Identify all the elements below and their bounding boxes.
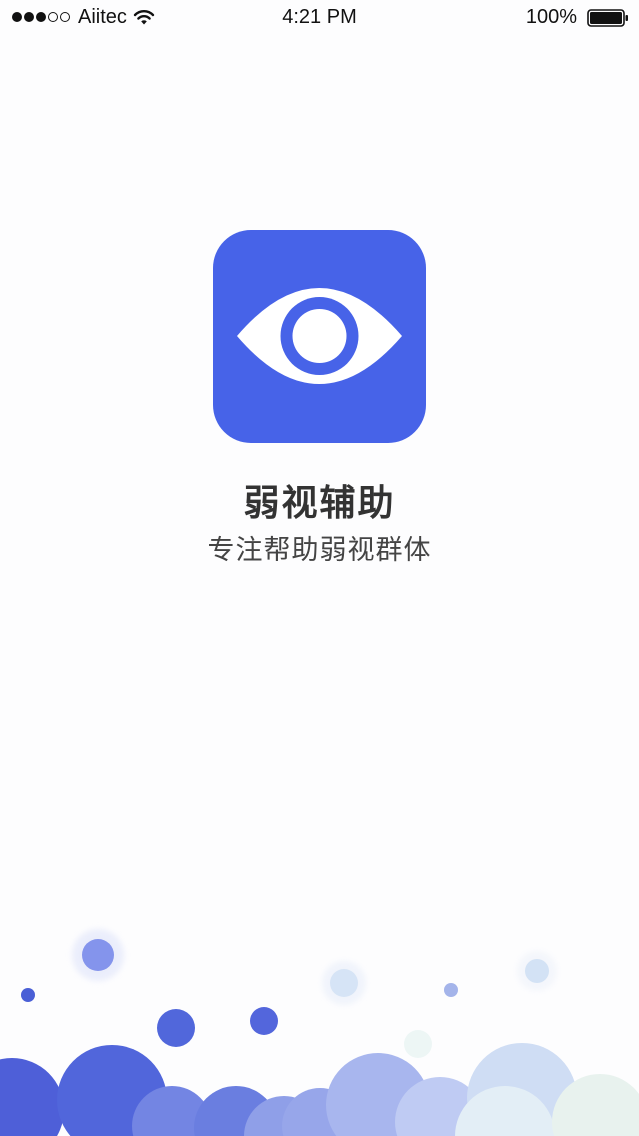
battery-icon bbox=[587, 9, 628, 27]
splash-screen: Aiitec 4:21 PM 100% 弱视辅助 专注帮助弱视群体 bbox=[0, 0, 639, 1136]
app-logo bbox=[213, 230, 426, 443]
status-bar: Aiitec 4:21 PM 100% bbox=[0, 0, 639, 36]
app-title: 弱视辅助 bbox=[243, 483, 396, 524]
decorative-bubbles bbox=[0, 929, 639, 1136]
app-slogan: 专注帮助弱视群体 bbox=[207, 535, 432, 566]
eye-icon bbox=[237, 288, 402, 384]
battery-percent: 100% bbox=[525, 6, 577, 28]
